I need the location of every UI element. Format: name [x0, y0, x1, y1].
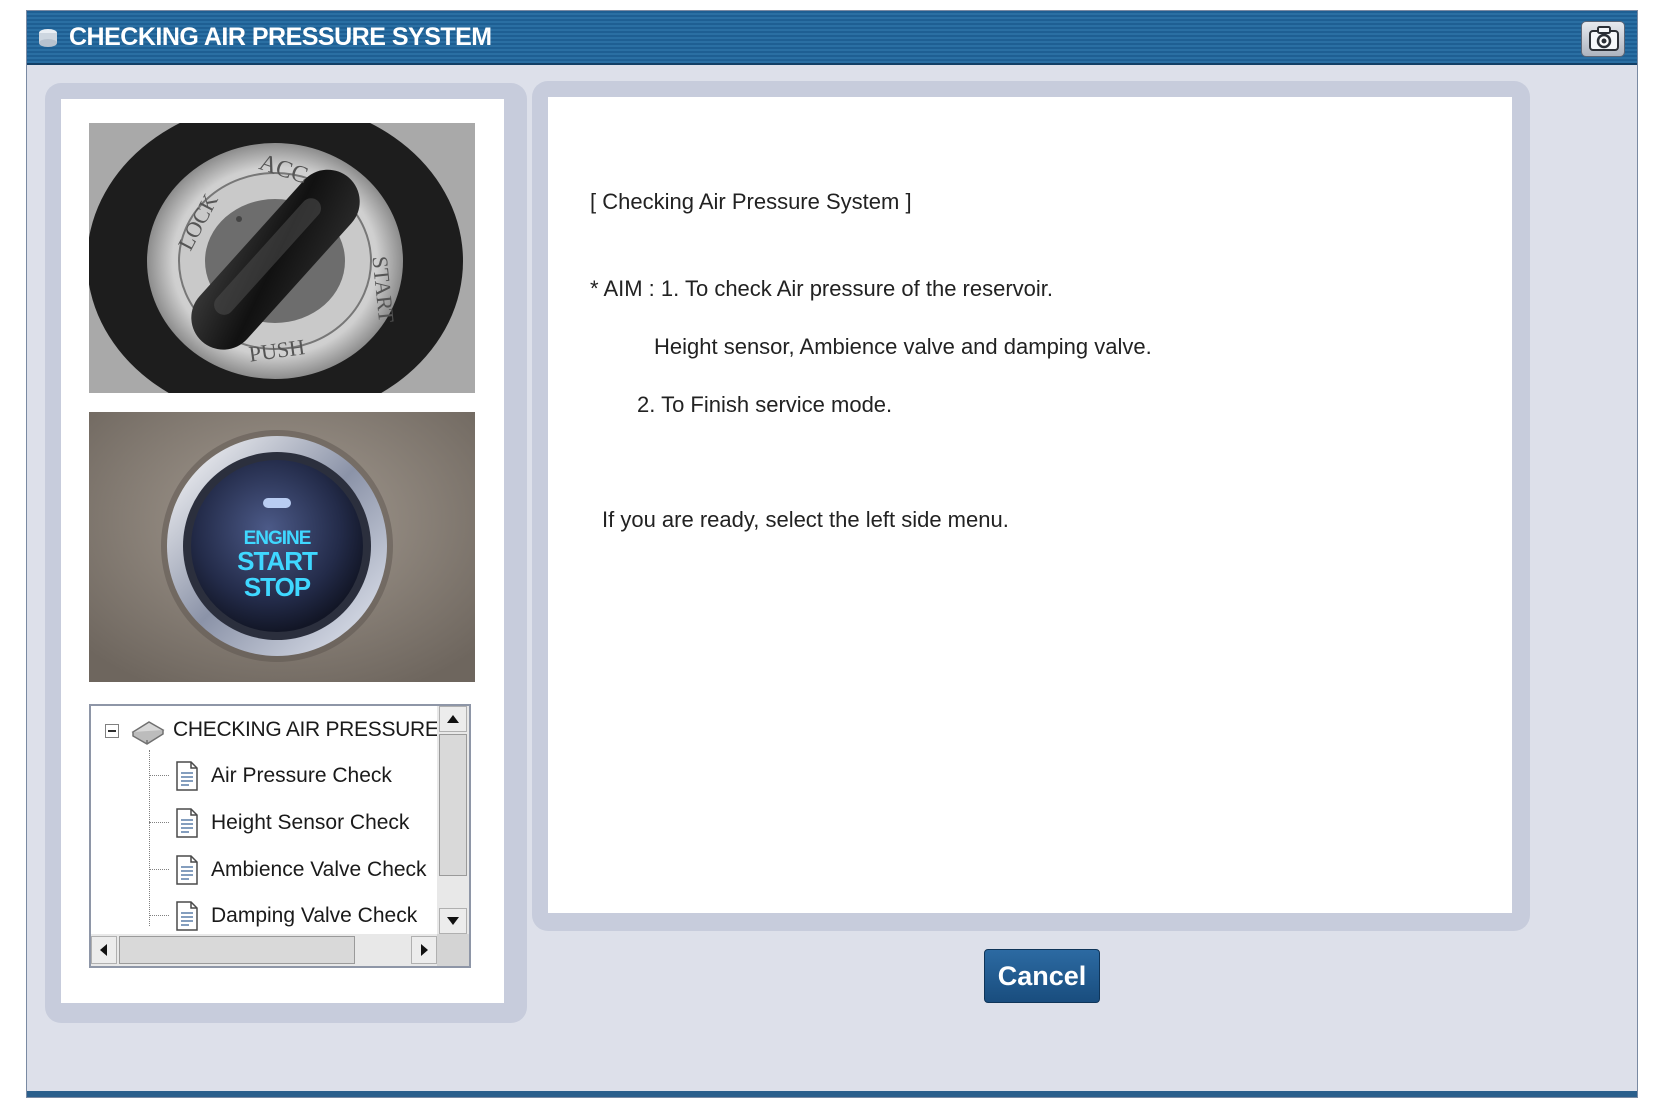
left-panel-content: ACC LOCK START PUSH ENGINE START STOP CH… — [61, 99, 504, 1003]
tree-root-label: CHECKING AIR PRESSURE S — [173, 718, 437, 741]
tree-connector — [149, 869, 169, 870]
arrow-up-icon — [447, 715, 459, 723]
arrow-right-icon — [421, 944, 428, 956]
instructions-panel: [ Checking Air Pressure System ] * AIM :… — [548, 97, 1512, 913]
tree-item-label: Air Pressure Check — [211, 764, 392, 787]
document-icon — [176, 808, 198, 838]
ignition-key-photo: ACC LOCK START PUSH — [89, 123, 475, 393]
left-panel: ACC LOCK START PUSH ENGINE START STOP CH… — [45, 83, 527, 1023]
arrow-down-icon — [447, 917, 459, 925]
tree-connector — [149, 775, 169, 776]
tree-connector — [149, 915, 169, 916]
screenshot-button[interactable] — [1581, 21, 1625, 57]
arrow-left-icon — [100, 944, 107, 956]
window-bottom-border — [27, 1091, 1637, 1097]
aim-line-2: Height sensor, Ambience valve and dampin… — [654, 334, 1152, 359]
title-bar: CHECKING AIR PRESSURE SYSTEM — [27, 11, 1637, 65]
scroll-down-button[interactable] — [439, 908, 467, 934]
vertical-scrollbar[interactable] — [437, 706, 469, 934]
start-btn-line-stop: STOP — [244, 572, 311, 602]
vertical-scroll-thumb[interactable] — [439, 734, 467, 876]
tree-content: CHECKING AIR PRESSURE S Air Pressure Che… — [91, 706, 437, 934]
tree-item-label: Height Sensor Check — [211, 811, 410, 834]
aim-line-1: * AIM : 1. To check Air pressure of the … — [590, 276, 1054, 301]
document-icon — [176, 901, 198, 931]
horizontal-scroll-thumb[interactable] — [119, 936, 355, 964]
app-icon — [39, 29, 57, 47]
window-title: CHECKING AIR PRESSURE SYSTEM — [69, 23, 492, 51]
tree-guide-line — [149, 750, 150, 926]
instruction-text: If you are ready, select the left side m… — [602, 507, 1009, 532]
document-icon — [176, 855, 198, 885]
scroll-up-button[interactable] — [439, 706, 467, 732]
scrollbar-corner — [437, 934, 469, 966]
camera-icon — [1589, 26, 1619, 51]
menu-tree[interactable]: CHECKING AIR PRESSURE S Air Pressure Che… — [89, 704, 471, 968]
engine-start-button-photo: ENGINE START STOP — [89, 412, 475, 682]
content-heading: [ Checking Air Pressure System ] — [590, 189, 912, 214]
book-icon — [131, 721, 165, 745]
scroll-right-button[interactable] — [411, 936, 437, 964]
main-window: CHECKING AIR PRESSURE SYSTEM ACC LOCK ST… — [26, 10, 1638, 1098]
tree-connector — [149, 822, 169, 823]
cancel-button[interactable]: Cancel — [984, 949, 1100, 1003]
scroll-left-button[interactable] — [91, 936, 117, 964]
horizontal-scrollbar[interactable] — [91, 934, 437, 966]
aim-line-3: 2. To Finish service mode. — [637, 392, 893, 417]
right-panel: [ Checking Air Pressure System ] * AIM :… — [532, 81, 1530, 931]
document-icon — [176, 761, 198, 791]
tree-item-label: Damping Valve Check — [211, 904, 418, 927]
collapse-icon[interactable] — [105, 724, 119, 738]
tree-item-label: Ambience Valve Check — [211, 858, 427, 881]
